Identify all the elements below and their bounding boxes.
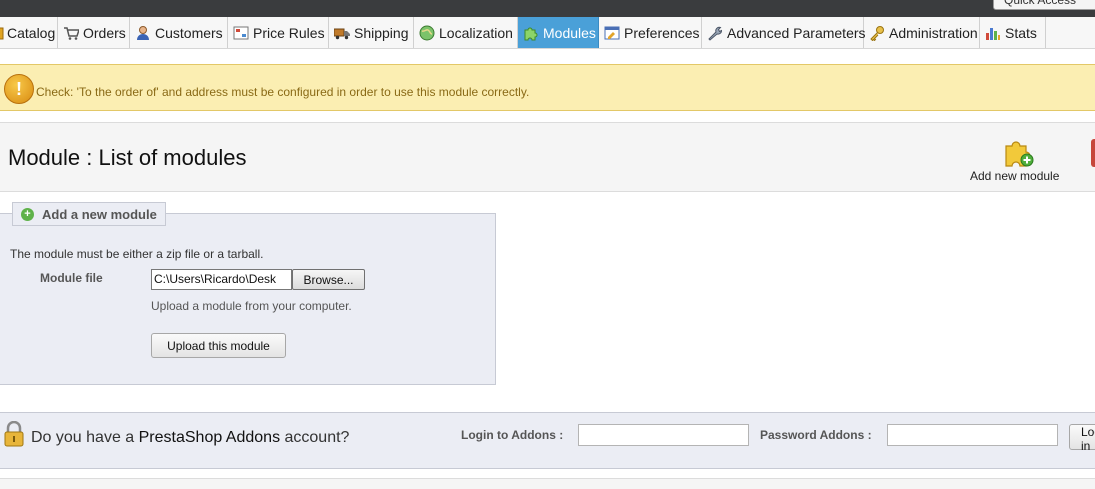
warning-banner: ! Check: 'To the order of' and address m…	[0, 64, 1095, 111]
globe-icon	[419, 25, 435, 40]
tab-label: Customers	[155, 24, 223, 41]
tab-label: Modules	[543, 24, 596, 41]
module-toolbar-icon[interactable]	[1091, 139, 1095, 167]
tab-modules[interactable]: Modules	[518, 17, 599, 48]
wrench-icon	[708, 26, 722, 41]
addons-password-input[interactable]	[887, 424, 1058, 446]
tab-customers[interactable]: Customers	[130, 17, 228, 48]
tab-advanced-parameters[interactable]: Advanced Parameters	[702, 17, 866, 48]
addons-login-bar: Do you have a PrestaShop Addons account?…	[0, 412, 1095, 469]
warning-text: Check: 'To the order of' and address mus…	[36, 85, 530, 99]
tab-label: Localization	[439, 24, 513, 41]
question-suffix: account?	[280, 429, 350, 446]
tab-shipping[interactable]: Shipping	[329, 17, 414, 48]
add-icon: +	[21, 207, 34, 221]
customer-icon	[137, 25, 149, 40]
addons-question: Do you have a PrestaShop Addons account?	[31, 429, 349, 447]
price-rules-icon	[233, 26, 249, 39]
warning-icon: !	[4, 74, 34, 104]
page-title: Module : List of modules	[8, 145, 247, 170]
module-file-input[interactable]: C:\Users\Ricardo\Desk	[151, 269, 292, 290]
main-tabs: Catalog Orders Customers Price Rules Shi…	[0, 17, 1095, 49]
tab-price-rules[interactable]: Price Rules	[228, 17, 329, 48]
addons-login-input[interactable]	[578, 424, 749, 446]
tab-label: Stats	[1005, 24, 1037, 41]
module-file-label: Module file	[40, 271, 103, 285]
quick-access-select[interactable]: Quick Access	[993, 0, 1095, 10]
cart-icon	[64, 26, 79, 40]
tab-label: Orders	[83, 24, 126, 41]
bottom-section	[0, 478, 1095, 489]
format-hint: The module must be either a zip file or …	[10, 247, 264, 261]
password-label: Password Addons :	[760, 428, 872, 442]
tab-catalog[interactable]: Catalog	[0, 17, 58, 48]
tab-label: Shipping	[354, 24, 409, 41]
tab-label: Price Rules	[253, 24, 325, 41]
tab-administration[interactable]: Administration	[864, 17, 980, 48]
tab-label: Preferences	[624, 24, 700, 41]
legend-label: Add a new module	[42, 206, 157, 222]
catalog-icon	[0, 27, 4, 39]
tab-label: Administration	[889, 24, 978, 41]
tab-localization[interactable]: Localization	[414, 17, 518, 48]
lock-icon	[4, 421, 24, 447]
login-label: Login to Addons :	[461, 428, 564, 442]
tab-label: Advanced Parameters	[727, 24, 866, 41]
add-module-label: Add new module	[970, 169, 1060, 183]
key-icon	[870, 25, 884, 41]
truck-icon	[334, 28, 350, 39]
addons-login-button[interactable]: Log in	[1069, 424, 1095, 453]
upload-hint: Upload a module from your computer.	[151, 299, 352, 313]
addons-brand: PrestaShop Addons	[138, 429, 281, 446]
form-legend: + Add a new module	[12, 202, 166, 226]
tab-label: Catalog	[7, 24, 56, 41]
add-module-icon	[1005, 141, 1034, 167]
tab-orders[interactable]: Orders	[58, 17, 130, 48]
question-prefix: Do you have a	[31, 429, 139, 446]
tab-stats[interactable]: Stats	[980, 17, 1046, 48]
browse-button[interactable]: Browse...	[292, 269, 365, 290]
top-bar: Quick Access	[0, 0, 1095, 17]
tab-preferences[interactable]: Preferences	[599, 17, 702, 48]
bar-chart-icon	[986, 27, 1000, 40]
upload-module-button[interactable]: Upload this module	[151, 333, 286, 358]
page-header: Module : List of modules Add new module	[0, 122, 1095, 192]
puzzle-icon	[524, 27, 538, 40]
preferences-icon	[604, 26, 620, 39]
